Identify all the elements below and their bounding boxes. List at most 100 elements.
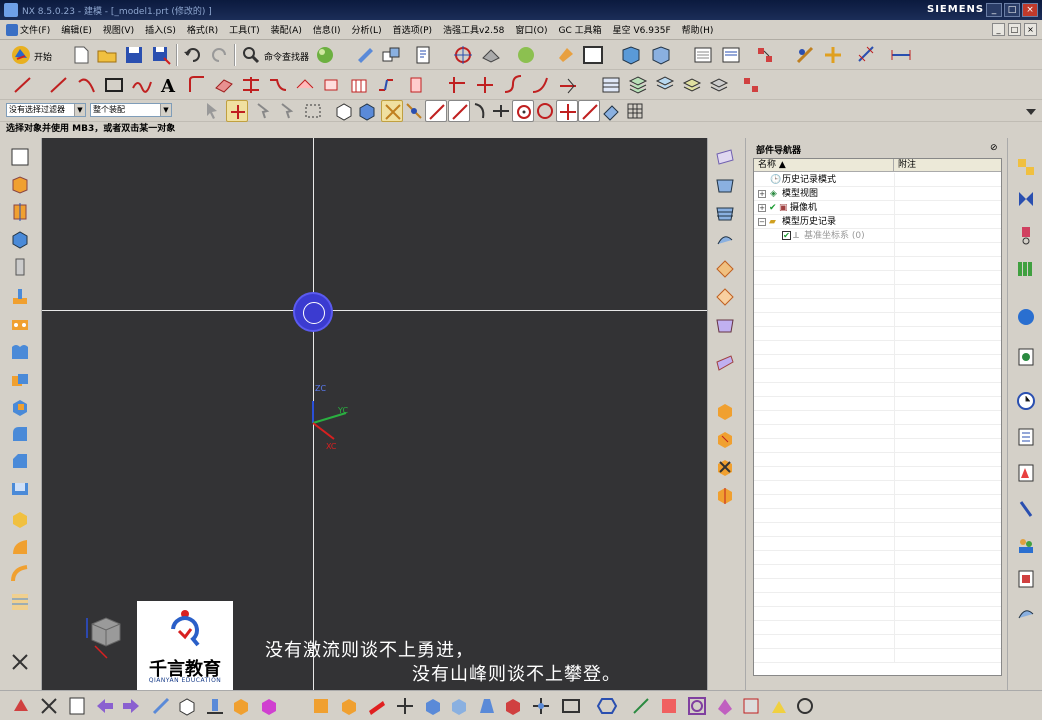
curve-length-icon[interactable] (557, 74, 579, 96)
wcs-orient-icon[interactable] (822, 44, 844, 66)
roles-tab-icon[interactable] (1015, 462, 1037, 484)
selection-filter-dropdown[interactable]: 没有选择过滤器 ▼ (6, 103, 86, 117)
column-header-name[interactable]: 名称 ▲ (754, 159, 894, 172)
snap-point-on-face-icon[interactable] (600, 100, 622, 122)
menu-haoqiang-tools[interactable]: 浩强工具v2.58 (443, 23, 504, 36)
show-hide-icon[interactable] (380, 44, 402, 66)
info-icon[interactable] (412, 44, 434, 66)
arrow-right-icon[interactable] (120, 695, 142, 717)
section-curve-icon[interactable] (294, 74, 316, 96)
basic-curves-icon[interactable] (48, 74, 70, 96)
edit-parameters-icon[interactable] (176, 695, 198, 717)
pattern-feature-icon[interactable] (9, 314, 31, 336)
menu-view[interactable]: 视图(V) (103, 23, 134, 36)
render-style-icon[interactable] (515, 44, 537, 66)
layer-category-icon[interactable] (681, 74, 703, 96)
redo-icon[interactable] (208, 44, 230, 66)
delete-face-icon[interactable] (258, 695, 280, 717)
thicken-icon[interactable] (714, 484, 736, 506)
isoparametric-curve-icon[interactable] (348, 74, 370, 96)
menu-edit[interactable]: 编辑(E) (61, 23, 92, 36)
expand-icon[interactable]: + (758, 204, 766, 212)
snap-tangent-icon[interactable] (490, 100, 512, 122)
menu-xingkong[interactable]: 星空 V6.935F (613, 23, 671, 36)
tree-row-model-history[interactable]: − ▰ 模型历史记录 (754, 215, 1001, 229)
trim-sheet-icon[interactable] (230, 695, 252, 717)
column-header-notes[interactable]: 附注 (894, 159, 1001, 172)
mirror-feature-icon[interactable] (9, 341, 31, 363)
menu-information[interactable]: 信息(I) (313, 23, 341, 36)
view-orient-icon[interactable] (480, 44, 502, 66)
bounded-plane-icon[interactable] (714, 314, 736, 336)
system-materials-tab-icon[interactable] (1015, 498, 1037, 520)
user-roles-tab-icon[interactable] (1015, 534, 1037, 556)
start-icon[interactable] (10, 44, 32, 66)
analysis-color-icon[interactable] (714, 695, 736, 717)
cross-snap-icon[interactable] (530, 695, 552, 717)
bridge-curve-icon[interactable] (267, 74, 289, 96)
polygon-icon[interactable] (596, 695, 618, 717)
pin-icon[interactable]: ⊘ (990, 143, 998, 153)
edit-object-display-icon[interactable] (354, 44, 376, 66)
replace-face-icon[interactable] (310, 695, 332, 717)
shapes-library-tab-icon[interactable] (1015, 602, 1037, 624)
menu-insert[interactable]: 插入(S) (145, 23, 176, 36)
wrap-curve-icon[interactable] (405, 74, 427, 96)
cylinder-icon[interactable] (9, 256, 31, 278)
move-to-layer-icon[interactable] (754, 44, 776, 66)
menu-file[interactable]: 文件(F) (20, 23, 50, 36)
snap-midpoint-icon[interactable] (403, 100, 425, 122)
text-icon[interactable]: A (158, 74, 180, 97)
extract-curve-icon[interactable] (321, 74, 343, 96)
template-tab-icon[interactable] (1015, 568, 1037, 590)
extrude-icon[interactable] (9, 174, 31, 196)
edit-arc-icon[interactable] (530, 74, 552, 96)
rectangle-icon[interactable] (103, 74, 125, 96)
arrow-left-icon[interactable] (94, 695, 116, 717)
save-as-icon[interactable] (150, 44, 172, 66)
trim-curve-icon[interactable] (446, 74, 468, 96)
mdi-minimize-button[interactable]: _ (992, 23, 1005, 36)
snap-center-icon[interactable] (512, 100, 534, 122)
close-button[interactable]: × (1022, 3, 1038, 17)
rectangle-select-icon[interactable] (302, 100, 324, 122)
mdi-close-button[interactable]: × (1024, 23, 1037, 36)
wcs-display-icon[interactable] (9, 651, 31, 673)
move-face-icon[interactable] (394, 695, 416, 717)
measure-distance-icon[interactable] (856, 44, 878, 66)
join-curve-icon[interactable] (375, 74, 397, 96)
unite-icon[interactable] (9, 369, 31, 391)
history-tab-icon[interactable] (1015, 346, 1037, 368)
resize-blend-icon[interactable] (366, 695, 388, 717)
shell-body-icon[interactable] (448, 695, 470, 717)
filter-icon[interactable] (252, 100, 274, 122)
menu-tools[interactable]: 工具(T) (229, 23, 260, 36)
offset-curve-icon[interactable] (186, 74, 208, 96)
clock-tab-icon[interactable] (1015, 390, 1037, 412)
layer-visibility-icon[interactable] (720, 44, 742, 66)
menu-assemblies[interactable]: 装配(A) (271, 23, 302, 36)
curve-analysis-icon[interactable] (630, 695, 652, 717)
menu-help[interactable]: 帮助(H) (682, 23, 714, 36)
intersect-curve-icon[interactable] (240, 74, 262, 96)
background-color-icon[interactable] (555, 44, 577, 66)
expand-icon[interactable]: + (758, 190, 766, 198)
solid-shaded-icon[interactable] (356, 100, 378, 122)
menu-format[interactable]: 格式(R) (187, 23, 218, 36)
reflection-icon[interactable] (740, 695, 762, 717)
snap-existing-point-icon[interactable] (556, 100, 578, 122)
arc-icon[interactable] (76, 74, 98, 96)
edit-feature-icon[interactable] (150, 695, 172, 717)
part-navigator-tab-icon[interactable] (1015, 224, 1037, 246)
snap-point-icon[interactable] (452, 44, 474, 66)
undo-icon[interactable] (182, 44, 204, 66)
assembly-constraint-icon[interactable] (650, 44, 672, 66)
process-studio-tab-icon[interactable] (1015, 426, 1037, 448)
start-label[interactable]: 开始 (34, 50, 52, 63)
command-finder-label[interactable]: 命令查找器 (264, 50, 309, 63)
patch-icon[interactable] (714, 352, 736, 374)
mdi-restore-button[interactable]: □ (1008, 23, 1021, 36)
project-curve-icon[interactable] (213, 74, 235, 96)
ruled-surface-icon[interactable] (714, 174, 736, 196)
unsew-icon[interactable] (714, 428, 736, 450)
